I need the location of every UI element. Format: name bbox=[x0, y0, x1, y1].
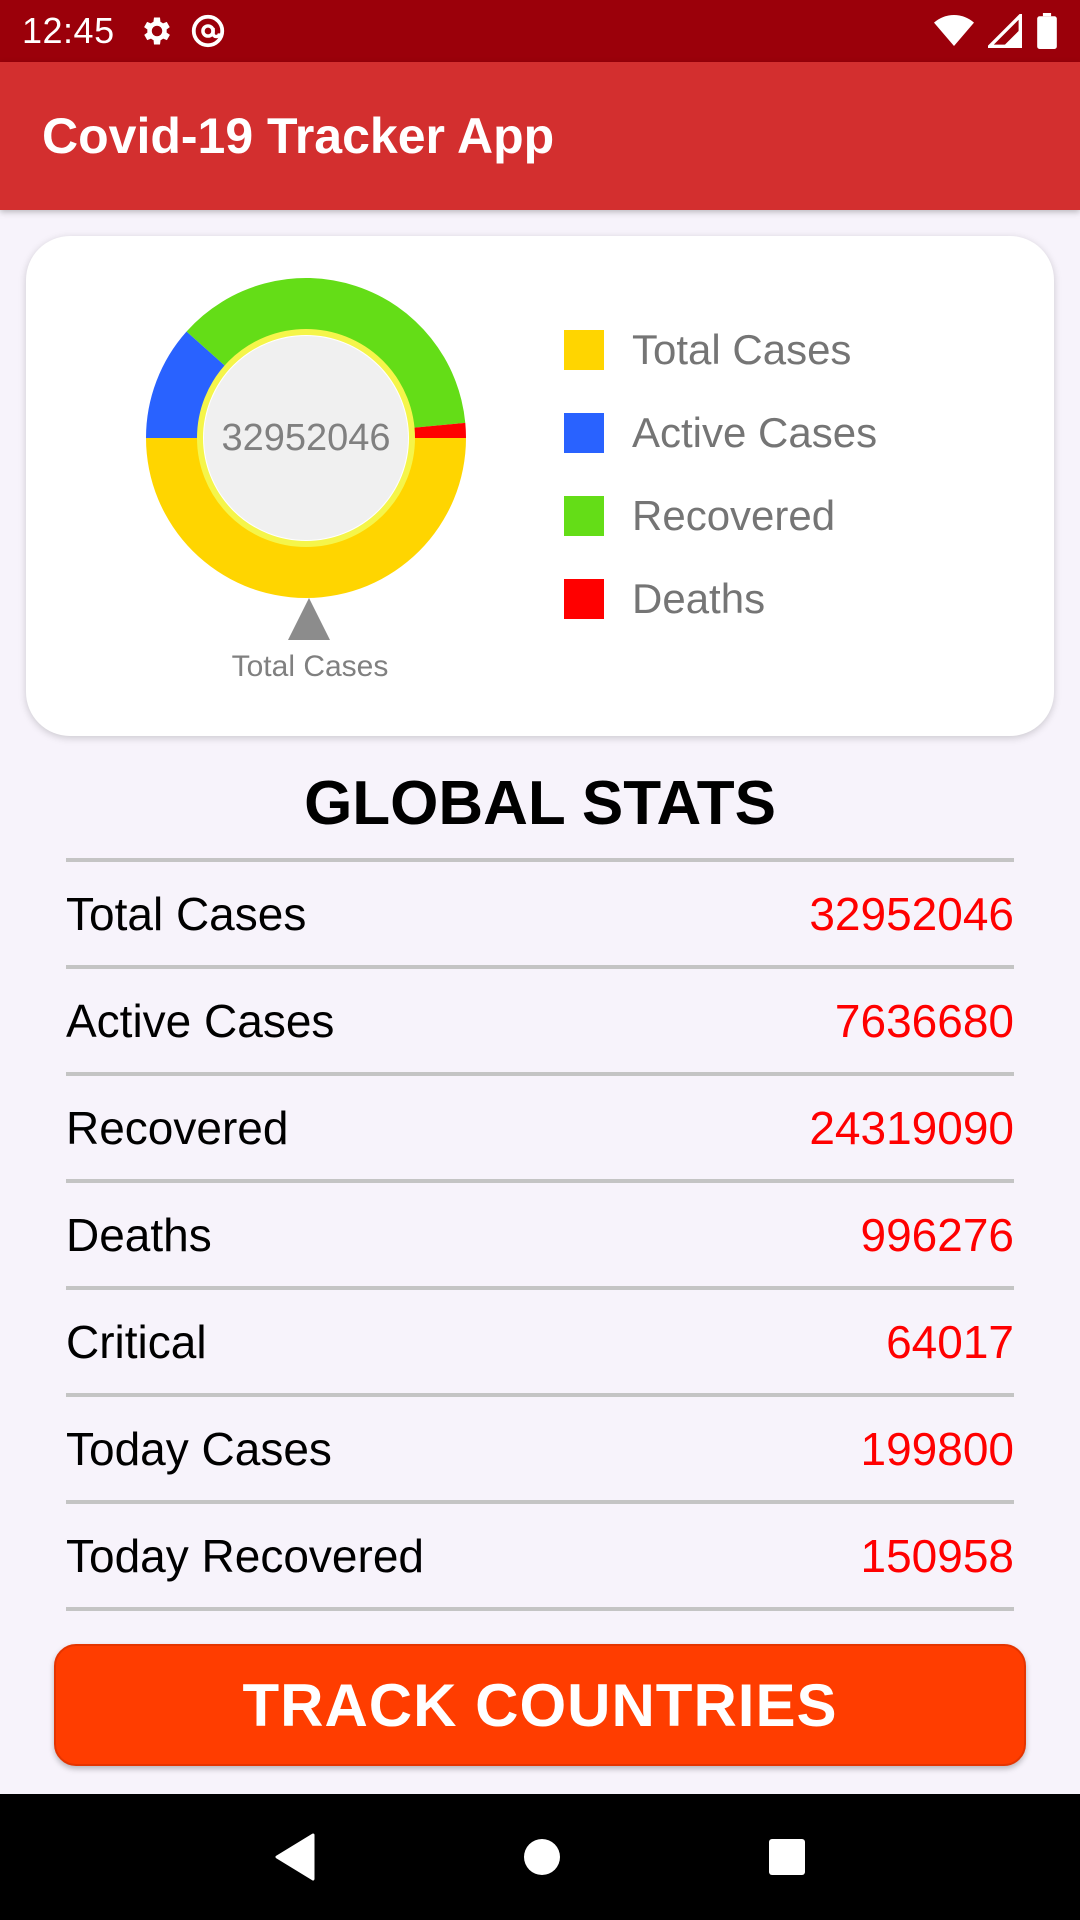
legend-label: Total Cases bbox=[632, 325, 852, 373]
stat-label: Today Recovered bbox=[66, 1529, 424, 1582]
stat-row-deaths: Deaths 996276 bbox=[66, 1183, 1014, 1290]
stat-value: 24319090 bbox=[809, 1101, 1014, 1154]
chart-legend: Total Cases Active Cases Recovered Death… bbox=[564, 308, 877, 640]
status-time: 12:45 bbox=[22, 10, 115, 51]
stat-value: 32952046 bbox=[809, 887, 1014, 940]
app-title: Covid-19 Tracker App bbox=[42, 108, 555, 164]
stat-row-active-cases: Active Cases 7636680 bbox=[66, 969, 1014, 1076]
gear-icon bbox=[143, 17, 170, 45]
stat-value: 7636680 bbox=[834, 994, 1014, 1047]
legend-swatch-icon bbox=[564, 495, 604, 536]
stat-value: 150958 bbox=[860, 1529, 1015, 1582]
donut-center-text: 32952046 bbox=[221, 416, 391, 459]
status-icons-left bbox=[139, 12, 227, 50]
stat-label: Active Cases bbox=[66, 994, 335, 1047]
stat-label: Recovered bbox=[66, 1101, 289, 1154]
legend-label: Deaths bbox=[632, 574, 766, 622]
stats-list: Total Cases 32952046 Active Cases 763668… bbox=[66, 858, 1014, 1611]
track-countries-label: TRACK COUNTRIES bbox=[242, 1671, 838, 1739]
stat-row-total-cases: Total Cases 32952046 bbox=[66, 862, 1014, 969]
back-icon[interactable] bbox=[273, 1833, 317, 1881]
legend-swatch-icon bbox=[564, 412, 604, 453]
legend-item-recovered: Recovered bbox=[564, 474, 877, 557]
stats-title: GLOBAL STATS bbox=[304, 769, 776, 838]
stat-row-critical: Critical 64017 bbox=[66, 1290, 1014, 1397]
recents-icon[interactable] bbox=[767, 1837, 807, 1877]
legend-swatch-icon bbox=[564, 578, 604, 619]
nav-bar bbox=[0, 1794, 1080, 1920]
stat-value: 64017 bbox=[886, 1315, 1014, 1368]
battery-icon bbox=[1037, 13, 1057, 49]
stat-label: Total Cases bbox=[66, 887, 307, 940]
legend-item-total-cases: Total Cases bbox=[564, 308, 877, 391]
stat-row-today-recovered: Today Recovered 150958 bbox=[66, 1504, 1014, 1611]
status-bar: 12:45 bbox=[0, 0, 1080, 62]
stat-value: 199800 bbox=[860, 1422, 1015, 1475]
legend-label: Recovered bbox=[632, 491, 836, 539]
legend-label: Active Cases bbox=[632, 408, 878, 456]
legend-item-active-cases: Active Cases bbox=[564, 391, 877, 474]
at-sign-icon bbox=[191, 14, 224, 48]
pointer-triangle-icon bbox=[288, 598, 330, 640]
home-icon[interactable] bbox=[522, 1837, 562, 1877]
track-countries-button[interactable]: TRACK COUNTRIES bbox=[54, 1644, 1026, 1766]
signal-icon bbox=[988, 14, 1022, 48]
pointer-label: Total Cases bbox=[231, 650, 389, 683]
status-icons-right bbox=[934, 13, 1058, 49]
stat-label: Today Cases bbox=[66, 1422, 332, 1475]
stat-row-recovered: Recovered 24319090 bbox=[66, 1076, 1014, 1183]
stat-label: Deaths bbox=[66, 1208, 212, 1261]
stat-label: Critical bbox=[66, 1315, 207, 1368]
donut-chart[interactable]: 32952046 bbox=[126, 258, 486, 618]
stat-value: 996276 bbox=[860, 1208, 1015, 1261]
app-bar: Covid-19 Tracker App bbox=[0, 62, 1080, 210]
wifi-icon bbox=[934, 15, 974, 46]
legend-item-deaths: Deaths bbox=[564, 557, 877, 640]
legend-swatch-icon bbox=[564, 329, 604, 370]
stat-row-today-cases: Today Cases 199800 bbox=[66, 1397, 1014, 1504]
chart-card: 32952046 Total Cases Total Cases Active … bbox=[26, 236, 1054, 736]
